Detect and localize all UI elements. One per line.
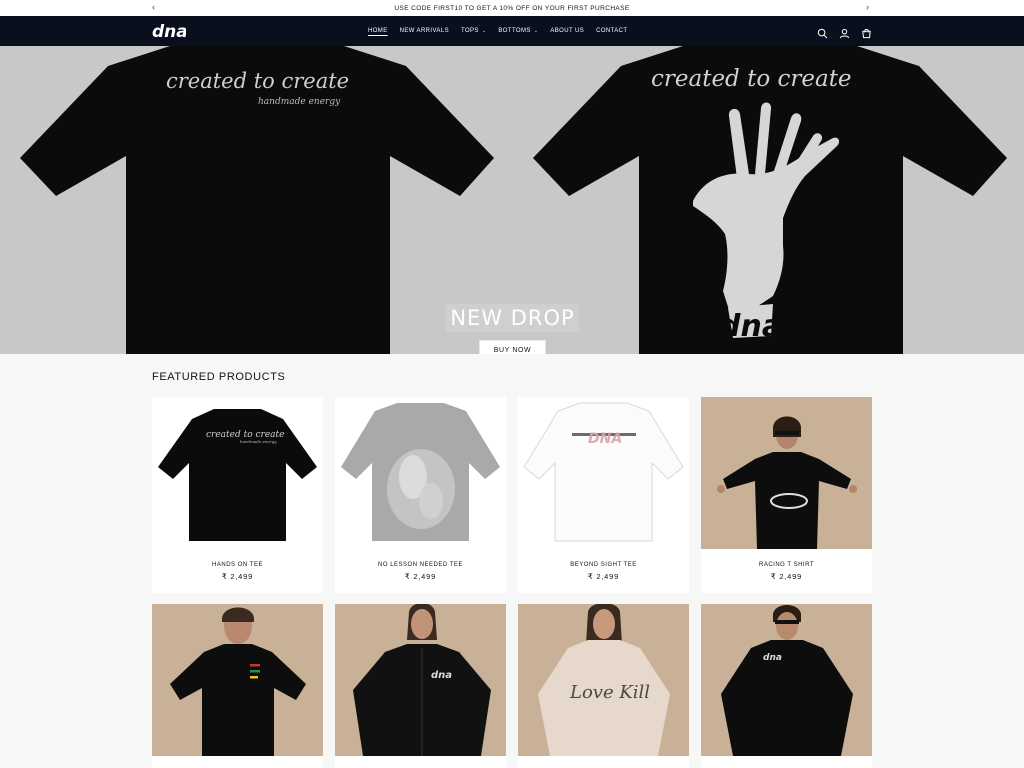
announcement-text: USE CODE FIRST10 TO GET A 10% OFF ON YOU…	[394, 4, 630, 12]
product-shirt-subtext: handmade energy	[240, 439, 277, 444]
chevron-down-icon: ⌄	[481, 28, 487, 34]
product-card-row2-1[interactable]	[152, 604, 323, 768]
nav-tops-label: TOPS	[460, 28, 479, 34]
nav-bottoms-label: BOTTOMS	[498, 28, 531, 34]
product-card-beyond-sight-tee[interactable]: DNA BEYOND SIGHT TEE ₹ 2,499	[518, 397, 689, 593]
buy-now-button[interactable]: BUY NOW	[479, 340, 546, 354]
logo-text: dna	[152, 22, 186, 41]
nav-home[interactable]: HOME	[368, 28, 388, 34]
product-image	[701, 397, 872, 549]
hero-shirt-left-image: created to create handmade energy	[20, 46, 494, 354]
nav-new-arrivals-label: NEW ARRIVALS	[399, 28, 449, 34]
product-image: dna	[335, 604, 506, 756]
hero-shirt-right-image: created to create dna	[533, 46, 1007, 354]
site-header: dna HOME NEW ARRIVALS TOPS ⌄ BOTTOMS ⌄ ABO…	[0, 16, 1024, 46]
product-name: NO LESSON NEEDED TEE	[378, 562, 463, 568]
product-name: RACING T SHIRT	[758, 562, 814, 568]
product-price: ₹ 2,499	[770, 572, 803, 581]
svg-text:dna: dna	[763, 653, 782, 663]
hero-right-shirt-logo: dna	[719, 309, 782, 344]
main-nav: HOME NEW ARRIVALS TOPS ⌄ BOTTOMS ⌄ ABOUT U…	[368, 16, 639, 46]
announcement-prev-button[interactable]: ‹	[152, 0, 155, 16]
hero-title: NEW DROP	[446, 304, 579, 332]
hero-right-shirt-text: created to create	[651, 66, 852, 92]
featured-products-section: FEATURED PRODUCTS created to create hand…	[0, 354, 1024, 768]
hero-banner: created to create handmade energy create…	[0, 46, 1024, 354]
cart-icon[interactable]	[861, 26, 872, 38]
product-image: Love Kill	[518, 604, 689, 756]
nav-about-us[interactable]: ABOUT US	[550, 28, 584, 34]
nav-new-arrivals[interactable]: NEW ARRIVALS	[400, 28, 449, 34]
account-icon[interactable]	[839, 26, 850, 38]
featured-heading: FEATURED PRODUCTS	[152, 371, 286, 383]
chevron-down-icon: ⌄	[533, 28, 539, 34]
search-icon[interactable]	[817, 26, 828, 38]
dna-logo[interactable]: dna	[152, 21, 186, 41]
nav-home-label: HOME	[368, 28, 388, 34]
product-image	[152, 604, 323, 756]
nav-bottoms[interactable]: BOTTOMS ⌄	[498, 28, 538, 34]
product-card-hands-on-tee[interactable]: created to create handmade energy HANDS …	[152, 397, 323, 593]
announcement-bar: ‹ USE CODE FIRST10 TO GET A 10% OFF ON Y…	[0, 0, 1024, 16]
product-card-row2-4[interactable]: dna	[701, 604, 872, 768]
svg-text:dna: dna	[431, 670, 452, 681]
nav-contact[interactable]: CONTACT	[596, 28, 627, 34]
hero-left-shirt-text: created to create	[166, 69, 349, 93]
product-price: ₹ 2,499	[404, 572, 437, 581]
nav-tops[interactable]: TOPS ⌄	[461, 28, 486, 34]
header-icons	[817, 16, 872, 46]
product-price: ₹ 2,499	[587, 572, 620, 581]
nav-about-us-label: ABOUT US	[550, 28, 585, 34]
product-image: created to create handmade energy	[152, 397, 323, 549]
product-card-row2-2[interactable]: dna	[335, 604, 506, 768]
hero-left-shirt-subtext: handmade energy	[258, 97, 341, 107]
product-name: BEYOND SIGHT TEE	[570, 562, 637, 568]
product-card-racing-t-shirt[interactable]: RACING T SHIRT ₹ 2,499	[701, 397, 872, 593]
announcement-next-button[interactable]: ›	[866, 0, 869, 16]
product-image	[335, 397, 506, 549]
svg-text:Love Kill: Love Kill	[569, 682, 650, 703]
nav-contact-label: CONTACT	[596, 28, 628, 34]
product-card-no-lesson-needed-tee[interactable]: NO LESSON NEEDED TEE ₹ 2,499	[335, 397, 506, 593]
product-name: HANDS ON TEE	[212, 562, 263, 568]
product-price: ₹ 2,499	[221, 572, 254, 581]
product-image: dna	[701, 604, 872, 756]
product-image: DNA	[518, 397, 689, 549]
svg-text:DNA: DNA	[588, 431, 622, 447]
product-card-row2-3[interactable]: Love Kill	[518, 604, 689, 768]
